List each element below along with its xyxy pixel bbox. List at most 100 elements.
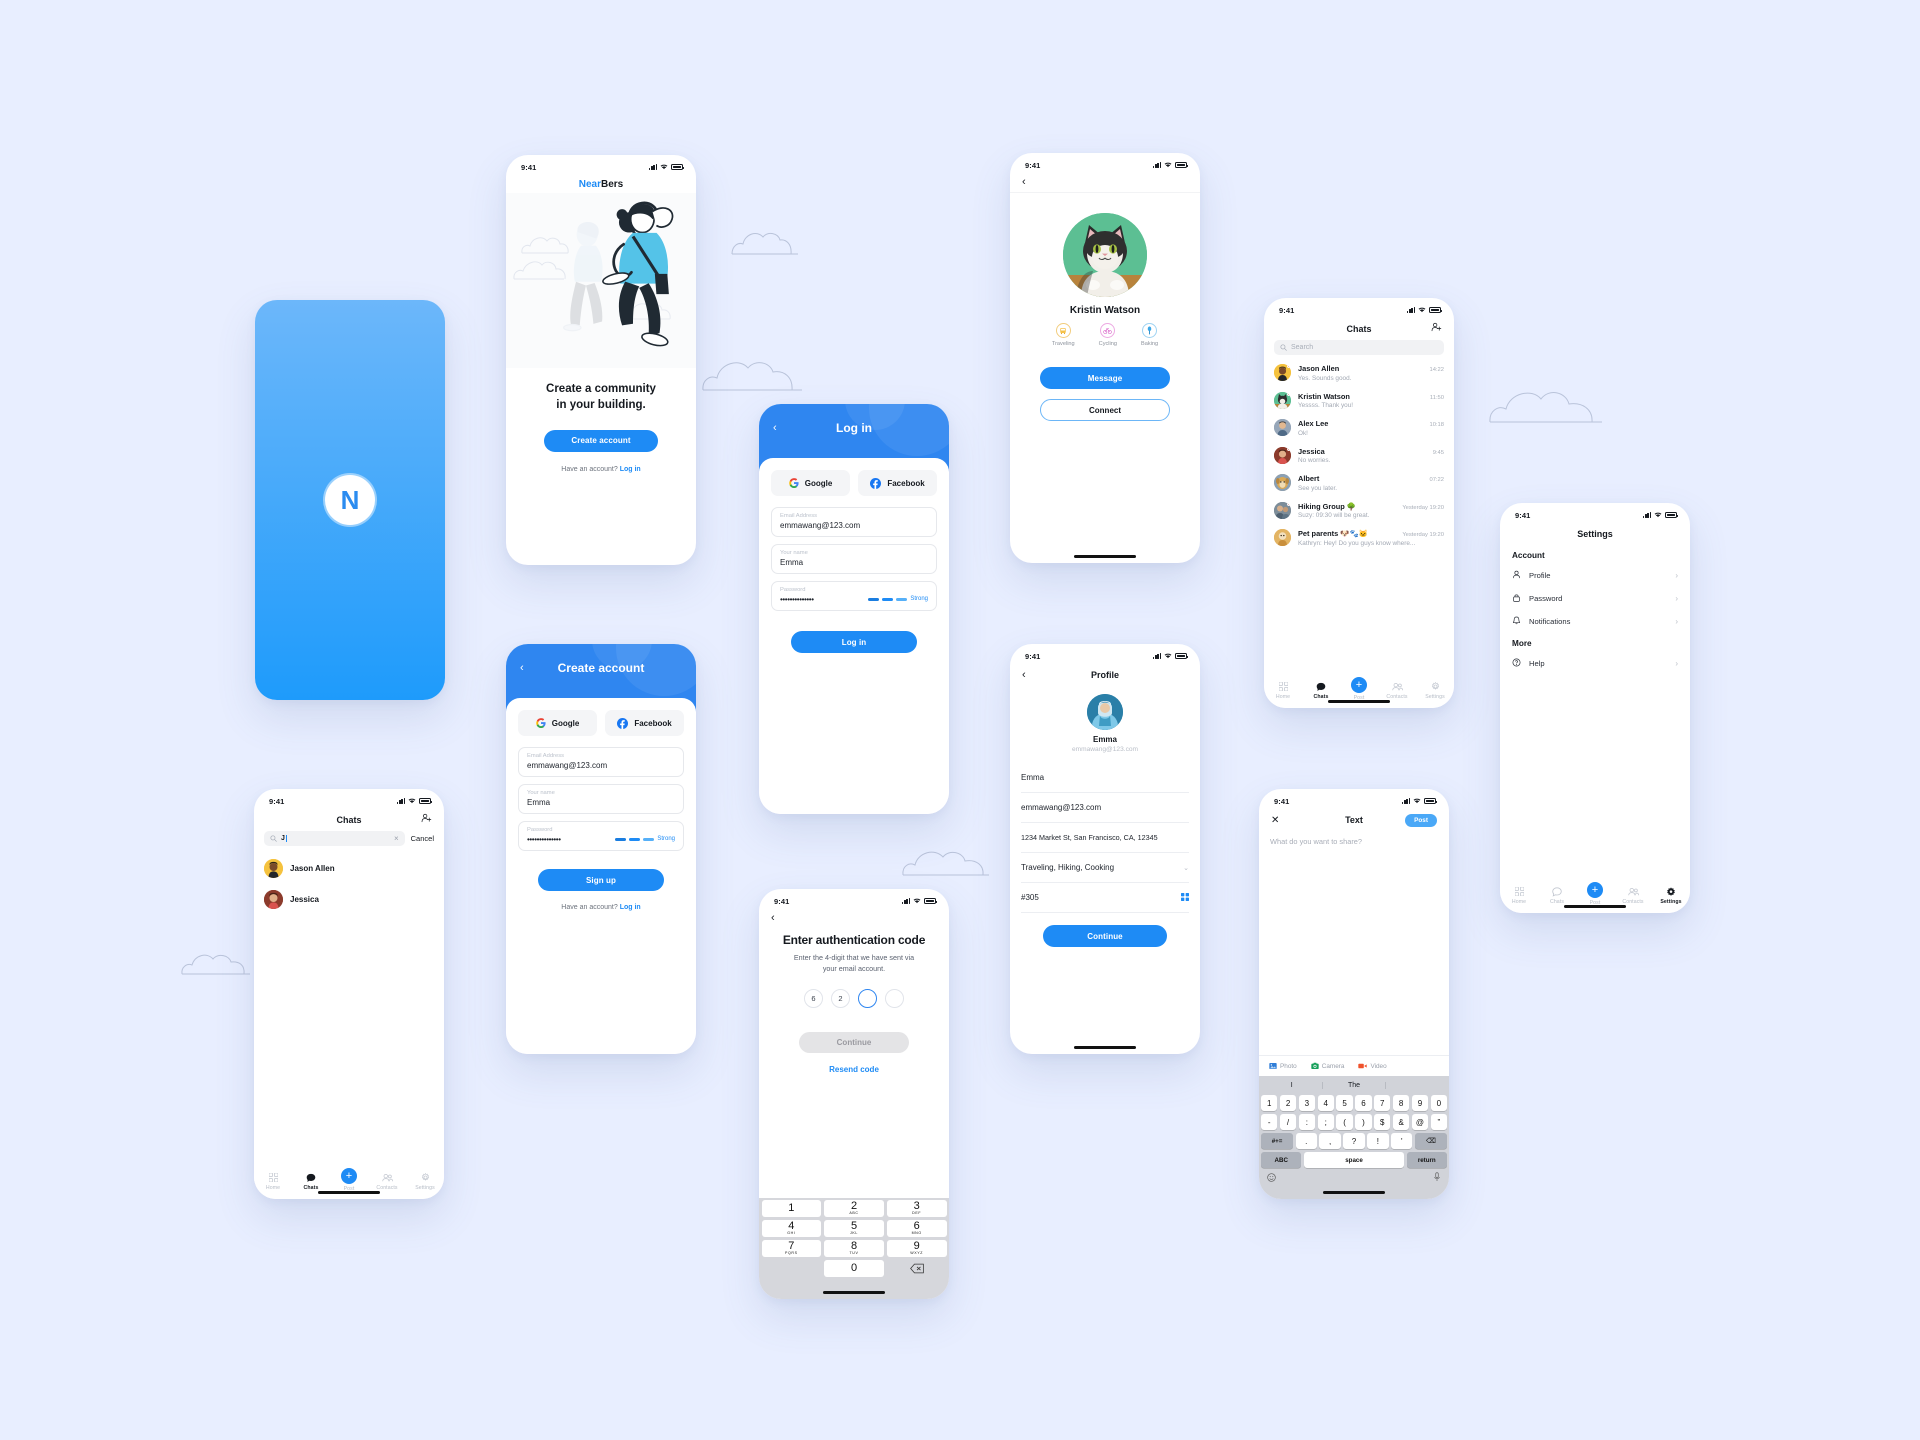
key-comma[interactable]: , (1319, 1133, 1341, 1149)
code-input-group[interactable]: 6 2 (771, 989, 937, 1009)
keyboard-row-symbols[interactable]: - / : ; ( ) $ & @ ” (1261, 1114, 1447, 1130)
tab-post[interactable]: + Post (1340, 677, 1378, 701)
keypad-key-6[interactable]: 6 MNO (886, 1220, 947, 1237)
back-button[interactable]: ‹ (771, 912, 775, 924)
key-backspace[interactable]: ⌫ (1414, 1133, 1447, 1149)
list-item[interactable]: Jason Allen (254, 853, 444, 884)
key-colon[interactable]: : (1298, 1114, 1316, 1130)
plus-icon[interactable]: + (1351, 677, 1367, 693)
tab-home[interactable]: Home (1500, 886, 1538, 905)
keypad-key-2[interactable]: 2 ABC (824, 1200, 884, 1217)
key-return[interactable]: return (1406, 1152, 1447, 1168)
add-person-icon[interactable] (421, 813, 432, 827)
key-apostrophe[interactable]: ' (1391, 1133, 1413, 1149)
key-space[interactable]: space (1303, 1152, 1405, 1168)
key-ampersand[interactable]: & (1392, 1114, 1410, 1130)
camera-attach-button[interactable]: Camera (1311, 1062, 1344, 1070)
key-3[interactable]: 3 (1298, 1095, 1316, 1111)
key-paren-close[interactable]: ) (1355, 1114, 1372, 1130)
back-button[interactable]: ‹ (1022, 177, 1026, 188)
tab-home[interactable]: Home (254, 1172, 292, 1191)
tab-bar[interactable]: Home Chats + Post Contacts Settings (1264, 677, 1454, 708)
keypad-backspace-key[interactable] (887, 1260, 947, 1277)
keyboard-row-punctuation[interactable]: #+= . , ? ! ' ⌫ (1261, 1133, 1447, 1149)
tab-chats[interactable]: Chats (292, 1172, 330, 1191)
tab-bar[interactable]: Home Chats + Post Contacts Settings (254, 1168, 444, 1199)
field-unit[interactable]: #305 (1021, 883, 1189, 913)
key-0[interactable]: 0 (1430, 1095, 1447, 1111)
numeric-keypad[interactable]: 1 2 ABC 3 DEF 4 GHI 5 JKL 6 MNO 7 PQRS 8 TUV 9W… (759, 1198, 949, 1299)
media-attachment-row[interactable]: Photo Camera Video (1259, 1055, 1449, 1076)
key-semicolon[interactable]: ; (1317, 1114, 1334, 1130)
code-digit-1[interactable]: 2 (831, 989, 850, 1009)
login-link[interactable]: Log in (620, 466, 641, 473)
name-field[interactable]: Your name Emma (771, 544, 937, 574)
composer-textarea[interactable]: What do you want to share? (1259, 831, 1449, 1055)
search-input[interactable]: Search (1274, 340, 1444, 355)
avatar[interactable] (1087, 694, 1123, 730)
settings-item-help[interactable]: Help › (1500, 652, 1690, 675)
field-email[interactable]: emmawang@123.com (1021, 793, 1189, 823)
resend-code-link[interactable]: Resend code (771, 1065, 937, 1074)
tab-chats[interactable]: Chats (1302, 681, 1340, 700)
plus-icon[interactable]: + (341, 1168, 357, 1184)
keyboard-row-bottom[interactable]: ABC space return (1261, 1152, 1447, 1168)
keypad-key-0[interactable]: 0 (824, 1260, 884, 1277)
prediction-2[interactable]: The (1323, 1082, 1386, 1089)
key-7[interactable]: 7 (1374, 1095, 1391, 1111)
interest-cycling[interactable]: Cycling (1099, 323, 1117, 347)
field-address[interactable]: 1234 Market St, San Francisco, CA, 12345 (1021, 823, 1189, 853)
field-name[interactable]: Emma (1021, 763, 1189, 793)
keypad-key-4[interactable]: 4 GHI (761, 1220, 822, 1237)
key-symbols-toggle[interactable]: #+= (1261, 1133, 1294, 1149)
create-account-button[interactable]: Create account (544, 429, 658, 452)
code-digit-0[interactable]: 6 (804, 989, 823, 1009)
key-5[interactable]: 5 (1336, 1095, 1353, 1111)
key-at[interactable]: @ (1411, 1114, 1429, 1130)
add-person-icon[interactable] (1431, 322, 1442, 336)
chat-row[interactable]: Kristin Watson 11:50 Yessss. Thank you! (1264, 387, 1454, 415)
plus-icon[interactable]: + (1587, 882, 1603, 898)
key-8[interactable]: 8 (1392, 1095, 1410, 1111)
key-hyphen[interactable]: - (1261, 1114, 1278, 1130)
facebook-signup-button[interactable]: Facebook (605, 710, 684, 736)
name-field[interactable]: Your name Emma (518, 784, 684, 814)
key-quote[interactable]: ” (1430, 1114, 1447, 1130)
key-9[interactable]: 9 (1411, 1095, 1429, 1111)
key-6[interactable]: 6 (1355, 1095, 1372, 1111)
keypad-key-8[interactable]: 8 TUV (824, 1240, 884, 1257)
settings-item-password[interactable]: Password › (1500, 587, 1690, 610)
key-exclamation[interactable]: ! (1367, 1133, 1389, 1149)
post-button[interactable]: Post (1405, 813, 1437, 827)
code-digit-3[interactable] (885, 989, 904, 1009)
keyboard[interactable]: I The 1 2 3 4 5 6 7 8 9 0 - /: ; () $ … (1259, 1076, 1449, 1199)
settings-item-notifications[interactable]: Notifications › (1500, 610, 1690, 633)
email-field[interactable]: Email Address emmawang@123.com (518, 747, 684, 777)
close-icon[interactable]: ✕ (1271, 815, 1279, 826)
list-item[interactable]: Jessica (254, 884, 444, 915)
continue-button[interactable]: Continue (799, 1032, 909, 1054)
login-link[interactable]: Log in (620, 904, 641, 911)
google-signup-button[interactable]: Google (518, 710, 597, 736)
key-paren-open[interactable]: ( (1336, 1114, 1353, 1130)
tab-contacts[interactable]: Contacts (1378, 681, 1416, 700)
connect-button[interactable]: Connect (1040, 399, 1170, 421)
key-abc[interactable]: ABC (1261, 1152, 1302, 1168)
chat-row[interactable]: Jessica 9:45 No worries. (1264, 442, 1454, 470)
tab-settings[interactable]: Settings (406, 1172, 444, 1191)
chat-row[interactable]: Albert 07:22 See you later. (1264, 469, 1454, 497)
interest-baking[interactable]: Baking (1141, 323, 1158, 347)
key-slash[interactable]: / (1279, 1114, 1297, 1130)
key-4[interactable]: 4 (1317, 1095, 1334, 1111)
cancel-button[interactable]: Cancel (411, 834, 434, 843)
key-question[interactable]: ? (1343, 1133, 1365, 1149)
key-1[interactable]: 1 (1261, 1095, 1278, 1111)
facebook-login-button[interactable]: Facebook (858, 470, 937, 496)
microphone-icon[interactable] (1433, 1172, 1441, 1184)
chat-row[interactable]: Hiking Group 🌳 Yesterday 19:20 Suzy: 09:3… (1264, 497, 1454, 525)
key-period[interactable]: . (1295, 1133, 1317, 1149)
tab-post[interactable]: + Post (1576, 882, 1614, 906)
keypad-key-7[interactable]: 7 PQRS (761, 1240, 822, 1257)
email-field[interactable]: Email Address emmawang@123.com (771, 507, 937, 537)
key-dollar[interactable]: $ (1374, 1114, 1391, 1130)
